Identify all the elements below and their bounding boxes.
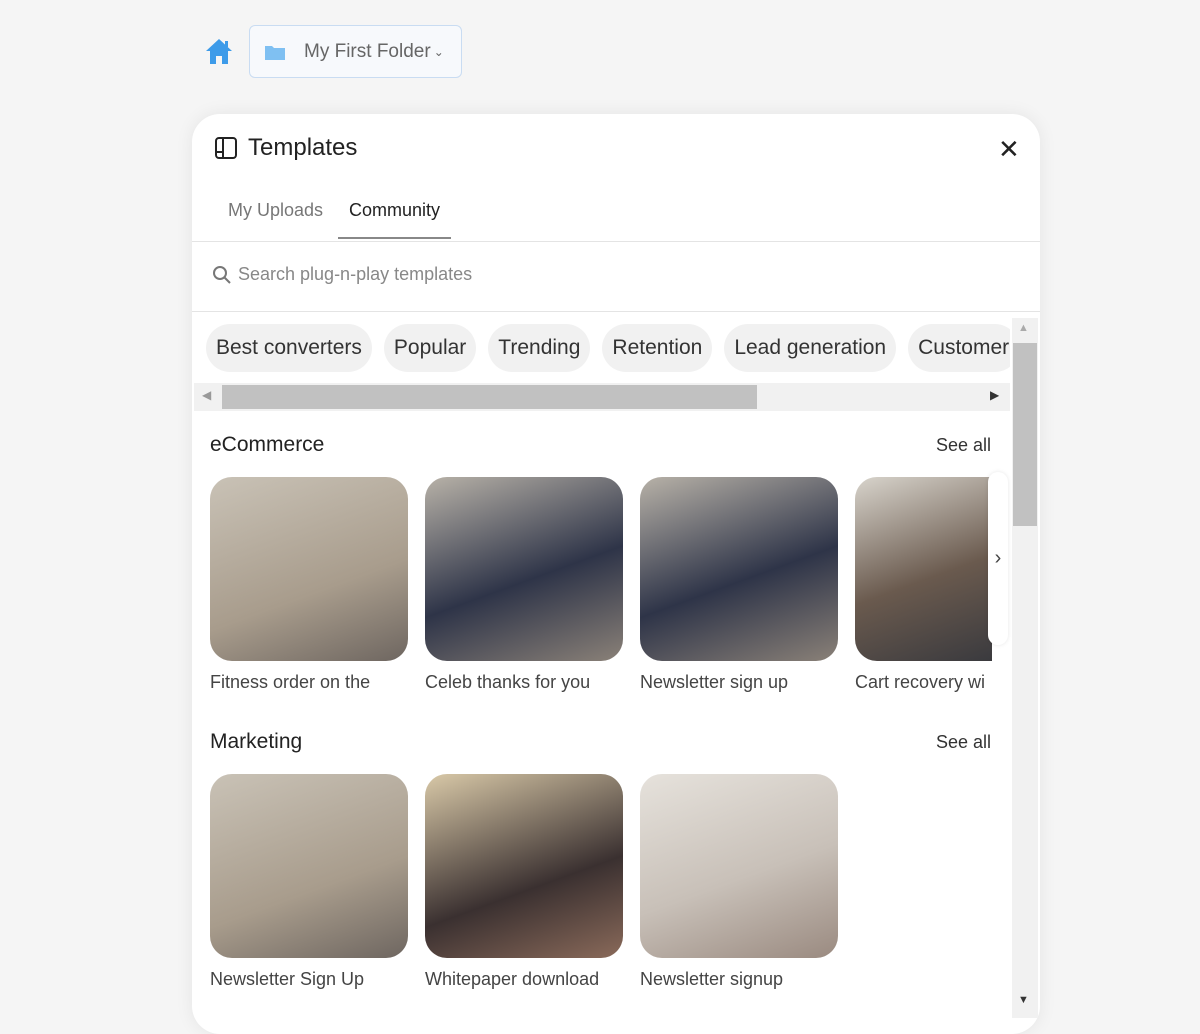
scroll-up-icon[interactable]: ▲ [1018,322,1029,334]
template-thumbnail[interactable] [425,477,623,661]
chip-trending[interactable]: Trending [488,324,591,372]
folder-icon [265,45,285,60]
template-label: Newsletter sign up [640,672,789,692]
search-icon [213,265,231,284]
scroll-down-icon[interactable]: ▼ [1018,994,1029,1006]
see-all-ecommerce[interactable]: See all [936,435,991,456]
chip-best-converters[interactable]: Best converters [206,324,372,372]
scroll-left-icon[interactable]: ◀ [202,388,211,402]
folder-dropdown[interactable]: My First Folder ⌄ [249,25,462,78]
panel-title: Templates [248,134,358,161]
scroll-right-icon[interactable]: ▶ [990,388,999,402]
tab-community[interactable]: Community [338,200,452,239]
chevron-right-icon[interactable]: › [988,472,1008,645]
template-thumbnail[interactable] [640,774,838,958]
home-icon[interactable] [204,36,234,66]
chip-retention[interactable]: Retention [602,324,713,372]
templates-icon [215,137,237,159]
template-label: Fitness order on the [210,672,371,692]
template-label: Newsletter Sign Up [210,969,365,989]
vertical-scroll-thumb[interactable] [1013,343,1037,526]
template-label: Celeb thanks for you [425,672,591,692]
tab-my-uploads[interactable]: My Uploads [228,200,323,237]
folder-label: My First Folder [304,40,431,62]
search-placeholder: Search plug-n-play templates [238,264,473,284]
template-thumbnail[interactable] [640,477,838,661]
chevron-down-icon: ⌄ [433,44,444,59]
section-title-ecommerce: eCommerce [210,433,325,456]
search-input[interactable]: Search plug-n-play templates [212,264,472,285]
template-thumbnail[interactable] [425,774,623,958]
template-thumbnail[interactable] [855,477,992,661]
chip-popular[interactable]: Popular [383,324,477,372]
see-all-marketing[interactable]: See all [936,732,991,753]
templates-panel: Templates ✕ My Uploads Community Search … [192,114,1040,1034]
horizontal-scroll-thumb[interactable] [222,385,757,409]
template-thumbnail[interactable] [210,477,408,661]
template-label: Newsletter signup [640,969,784,989]
category-chips: Best converters Popular Trending Retenti… [206,324,1010,372]
section-title-marketing: Marketing [210,730,303,753]
close-icon[interactable]: ✕ [998,134,1020,165]
template-thumbnail[interactable] [210,774,408,958]
template-label: Cart recovery wi [855,672,986,692]
chip-customer[interactable]: Customer [908,324,1010,372]
chip-lead-generation[interactable]: Lead generation [724,324,897,372]
template-label: Whitepaper download [425,969,600,989]
